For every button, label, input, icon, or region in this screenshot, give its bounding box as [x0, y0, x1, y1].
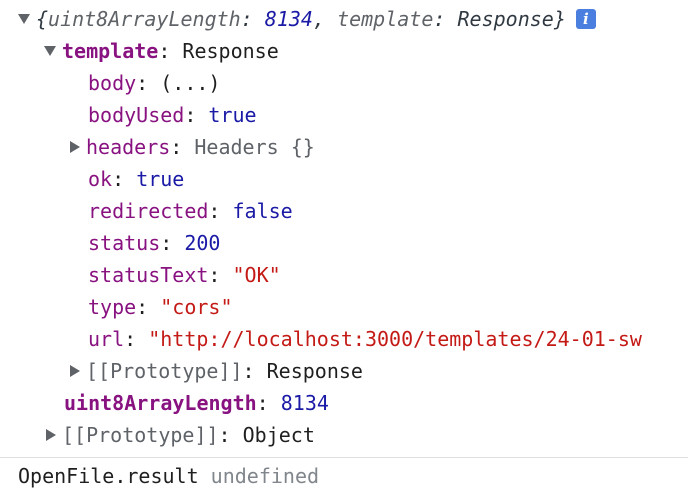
property-key: url [88, 327, 125, 351]
property-key: [[Prototype]] [62, 423, 219, 447]
property-value: Response [182, 39, 279, 63]
expanded-triangle-icon[interactable] [44, 45, 56, 56]
property-value: Object [242, 423, 315, 447]
property-key: bodyUsed [88, 103, 185, 127]
uint8arraylength-row: uint8ArrayLength: 8134 [64, 391, 329, 415]
prop-headers-row[interactable]: headers: Headers {} [70, 131, 315, 163]
result-expression: OpenFile.result [18, 464, 199, 488]
result-value: undefined [210, 464, 320, 488]
property-key: body [88, 71, 137, 95]
prop-url-row[interactable]: url: "http://localhost:3000/templates/24… [88, 323, 688, 355]
collapsed-triangle-icon[interactable] [70, 140, 80, 153]
prop-ok-row: ok: true [88, 167, 185, 191]
property-key: redirected [88, 199, 209, 223]
url-link[interactable]: "http://localhost:3000/templates/24-01-s… [148, 327, 642, 351]
property-key: template [62, 39, 159, 63]
prop-type-row: type: "cors" [88, 295, 233, 319]
property-value[interactable]: (...) [160, 71, 220, 95]
property-value: "cors" [160, 295, 233, 319]
console-output: {uint8ArrayLength: 8134, template: Respo… [0, 0, 688, 458]
prop-redirected-row: redirected: false [88, 199, 293, 223]
template-row[interactable]: template: Response [44, 35, 279, 67]
console-divider [0, 457, 688, 458]
property-value: 200 [184, 231, 221, 255]
property-key: uint8ArrayLength [64, 391, 257, 415]
prop-body-row[interactable]: body: (...) [88, 67, 220, 99]
expanded-triangle-icon[interactable] [18, 13, 30, 24]
prop-status-row: status: 200 [88, 231, 221, 255]
root-prototype-row[interactable]: [[Prototype]]: Object [46, 419, 315, 451]
info-icon[interactable]: i [575, 8, 596, 29]
property-key: headers [86, 135, 171, 159]
property-value: "OK" [232, 263, 281, 287]
property-value: true [208, 103, 257, 127]
property-key: type [88, 295, 137, 319]
prop-statustext-row: statusText: "OK" [88, 263, 281, 287]
property-value: Response [266, 359, 363, 383]
property-key: [[Prototype]] [86, 359, 243, 383]
property-key: ok [88, 167, 113, 191]
prop-bodyused-row: bodyUsed: true [88, 103, 257, 127]
property-key: status [88, 231, 161, 255]
property-value: Headers {} [194, 135, 315, 159]
object-summary-row[interactable]: {uint8ArrayLength: 8134, template: Respo… [18, 3, 596, 35]
property-value: 8134 [280, 391, 329, 415]
property-key: statusText [88, 263, 209, 287]
collapsed-triangle-icon[interactable] [46, 428, 56, 441]
console-result-row: OpenFile.result undefined [18, 460, 319, 492]
property-value: true [136, 167, 185, 191]
template-prototype-row[interactable]: [[Prototype]]: Response [70, 355, 363, 387]
property-value: false [232, 199, 293, 223]
object-summary: {uint8ArrayLength: 8134, template: Respo… [36, 7, 566, 31]
collapsed-triangle-icon[interactable] [70, 364, 80, 377]
